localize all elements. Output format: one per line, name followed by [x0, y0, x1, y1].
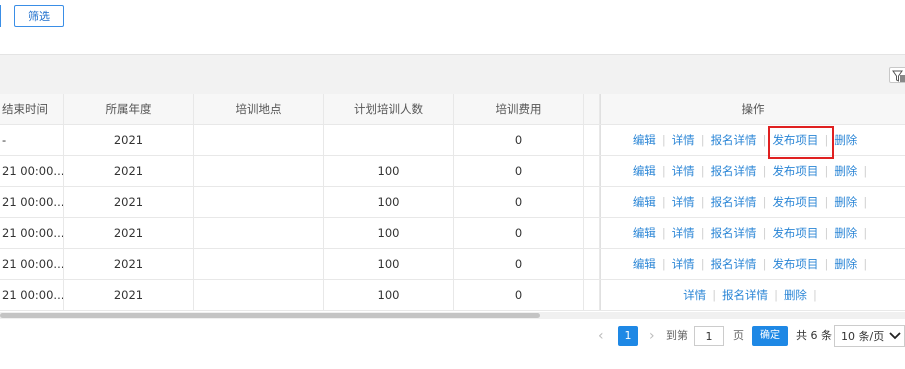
- cell-planned-count: [324, 125, 454, 155]
- table-row: 21 00:00... 2021 100 0 详情 | 报名详情 | 删除 |: [0, 280, 905, 311]
- cell-end-time: 21 00:00...: [0, 249, 64, 279]
- table-toolbar: [0, 54, 905, 95]
- header-location: 培训地点: [194, 94, 324, 124]
- goto-label: 到第: [666, 329, 688, 342]
- header-year: 所属年度: [64, 94, 194, 124]
- cell-year: 2021: [64, 249, 194, 279]
- total-count: 共 6 条: [796, 329, 832, 342]
- cell-fee: 0: [454, 187, 584, 217]
- edit-link[interactable]: 编辑: [633, 133, 656, 147]
- cell-hidden: [584, 187, 600, 217]
- next-page-icon[interactable]: ›: [649, 326, 655, 346]
- signup-detail-link[interactable]: 报名详情: [722, 288, 768, 302]
- cell-fee: 0: [454, 280, 584, 310]
- cell-end-time: 21 00:00...: [0, 218, 64, 248]
- cell-planned-count: 100: [324, 280, 454, 310]
- detail-link[interactable]: 详情: [672, 226, 695, 240]
- cell-hidden: [584, 249, 600, 279]
- signup-detail-link[interactable]: 报名详情: [711, 195, 757, 209]
- cell-fee: 0: [454, 125, 584, 155]
- delete-link[interactable]: 删除: [834, 133, 857, 147]
- cell-planned-count: 100: [324, 156, 454, 186]
- header-actions: 操作: [600, 94, 905, 124]
- publish-project-link[interactable]: 发布项目: [772, 164, 818, 178]
- signup-detail-link[interactable]: 报名详情: [711, 133, 757, 147]
- column-filter-icon[interactable]: [889, 67, 905, 83]
- cell-hidden: [584, 125, 600, 155]
- edit-link[interactable]: 编辑: [633, 226, 656, 240]
- left-edge-divider: [0, 5, 1, 27]
- detail-link[interactable]: 详情: [672, 195, 695, 209]
- header-fee: 培训费用: [454, 94, 584, 124]
- cell-fee: 0: [454, 156, 584, 186]
- cell-year: 2021: [64, 125, 194, 155]
- row-actions: 编辑|详情|报名详情|发布项目|删除|: [600, 187, 905, 217]
- goto-page-input[interactable]: 1: [694, 326, 724, 346]
- cell-planned-count: 100: [324, 187, 454, 217]
- cell-hidden: [584, 156, 600, 186]
- cell-year: 2021: [64, 156, 194, 186]
- edit-link[interactable]: 编辑: [633, 164, 656, 178]
- cell-year: 2021: [64, 280, 194, 310]
- cell-location: [194, 218, 324, 248]
- row-actions: 编辑|详情|报名详情|发布项目|删除|: [600, 125, 905, 155]
- cell-end-time: 21 00:00...: [0, 280, 64, 310]
- publish-project-highlight-box: [768, 126, 834, 159]
- chevron-down-icon: [889, 326, 901, 352]
- cell-hidden: [584, 280, 600, 310]
- detail-link[interactable]: 详情: [672, 257, 695, 271]
- cell-end-time: -: [0, 125, 64, 155]
- delete-link[interactable]: 删除: [834, 226, 857, 240]
- cell-location: [194, 280, 324, 310]
- filter-button[interactable]: 筛选: [14, 5, 64, 27]
- edit-link[interactable]: 编辑: [633, 257, 656, 271]
- signup-detail-link[interactable]: 报名详情: [711, 226, 757, 240]
- row-actions: 编辑|详情|报名详情|发布项目|删除|: [600, 218, 905, 248]
- cell-end-time: 21 00:00...: [0, 187, 64, 217]
- delete-link[interactable]: 删除: [834, 195, 857, 209]
- delete-link[interactable]: 删除: [784, 288, 807, 302]
- row-actions: 编辑|详情|报名详情|发布项目|删除|: [600, 156, 905, 186]
- table-header-row: 结束时间 所属年度 培训地点 计划培训人数 培训费用 操作: [0, 94, 905, 125]
- prev-page-icon[interactable]: ‹: [598, 326, 604, 346]
- page-1-button[interactable]: 1: [618, 326, 638, 346]
- publish-project-link[interactable]: 发布项目: [772, 257, 818, 271]
- delete-link[interactable]: 删除: [834, 257, 857, 271]
- header-planned-count: 计划培训人数: [324, 94, 454, 124]
- scrollbar-thumb[interactable]: [0, 313, 540, 318]
- detail-link[interactable]: 详情: [672, 164, 695, 178]
- table-row: 21 00:00... 2021 100 0 编辑 | 详情 | 报名详情 | 发布项目 | 删…: [0, 187, 905, 218]
- row-actions: 编辑|详情|报名详情|发布项目|删除|: [600, 249, 905, 279]
- page-size-select[interactable]: 10 条/页: [834, 325, 905, 347]
- row-actions: 详情 | 报名详情 | 删除 |: [600, 280, 905, 310]
- signup-detail-link[interactable]: 报名详情: [711, 164, 757, 178]
- page-size-value: 10 条/页: [841, 330, 885, 343]
- cell-location: [194, 125, 324, 155]
- cell-location: [194, 187, 324, 217]
- cell-hidden: [584, 218, 600, 248]
- cell-fee: 0: [454, 249, 584, 279]
- table-row: 21 00:00... 2021 100 0 编辑 | 详情 | 报名详情 | 发布项目 | 删…: [0, 218, 905, 249]
- delete-link[interactable]: 删除: [834, 164, 857, 178]
- cell-end-time: 21 00:00...: [0, 156, 64, 186]
- publish-project-link[interactable]: 发布项目: [772, 195, 818, 209]
- cell-planned-count: 100: [324, 218, 454, 248]
- cell-year: 2021: [64, 187, 194, 217]
- table-row: 21 00:00... 2021 100 0 编辑 | 详情 | 报名详情 | 发布项目 | 删…: [0, 249, 905, 280]
- cell-location: [194, 156, 324, 186]
- edit-link[interactable]: 编辑: [633, 195, 656, 209]
- cell-fee: 0: [454, 218, 584, 248]
- header-end-time: 结束时间: [0, 94, 64, 124]
- table-row: 21 00:00... 2021 100 0 编辑 | 详情 | 报名详情 | 发布项目 | 删…: [0, 156, 905, 187]
- detail-link[interactable]: 详情: [683, 288, 706, 302]
- goto-confirm-button[interactable]: 确定: [752, 326, 788, 346]
- cell-year: 2021: [64, 218, 194, 248]
- cell-location: [194, 249, 324, 279]
- detail-link[interactable]: 详情: [672, 133, 695, 147]
- signup-detail-link[interactable]: 报名详情: [711, 257, 757, 271]
- cell-planned-count: 100: [324, 249, 454, 279]
- page-unit-label: 页: [733, 329, 744, 342]
- publish-project-link[interactable]: 发布项目: [772, 226, 818, 240]
- header-hidden-column: [584, 94, 600, 124]
